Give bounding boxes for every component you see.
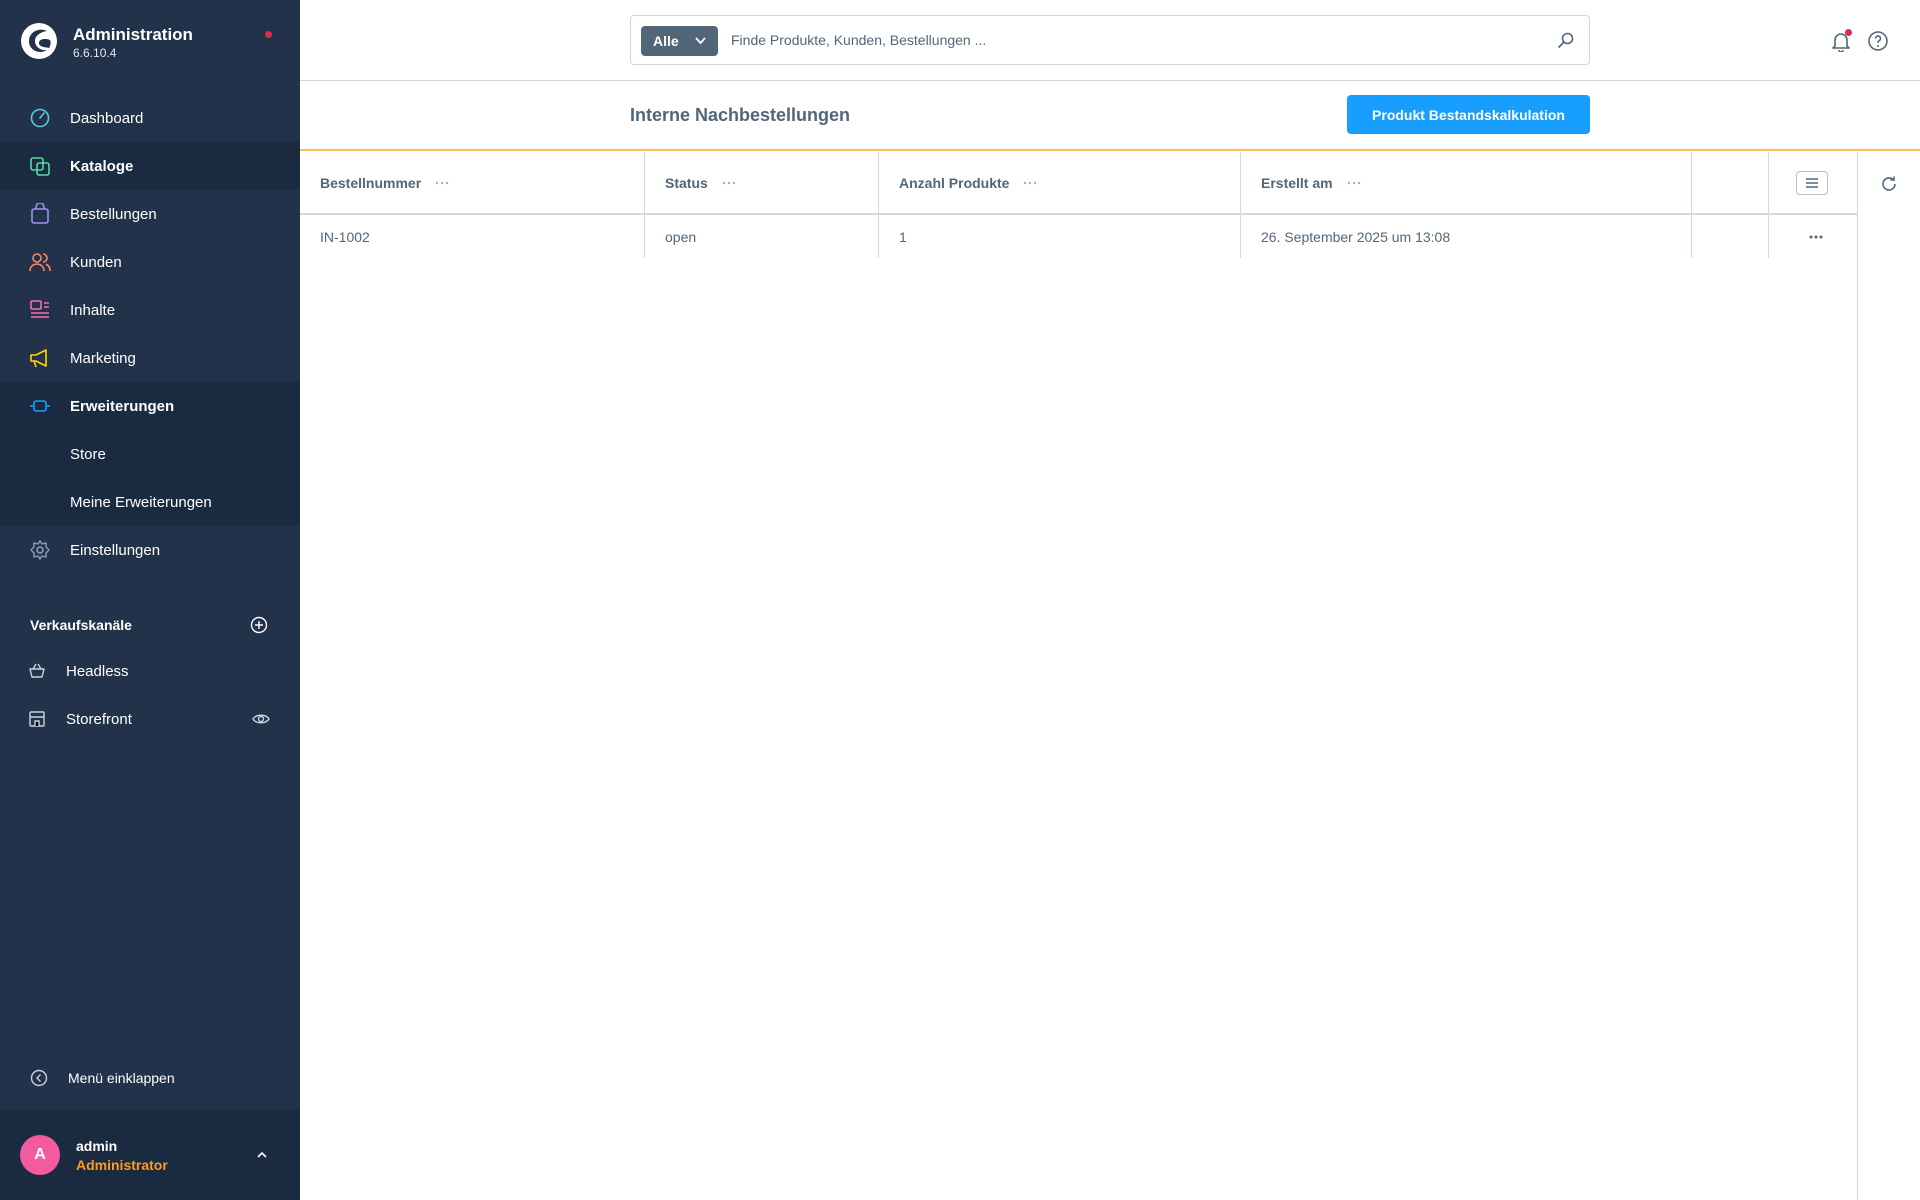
collapse-arrow-icon (30, 1069, 48, 1087)
global-search: Alle (630, 15, 1590, 65)
column-label: Anzahl Produkte (899, 174, 1010, 191)
marketing-icon (30, 349, 47, 368)
search-input[interactable] (731, 16, 1541, 64)
column-label: Erstellt am (1261, 174, 1333, 191)
catalog-icon (30, 157, 50, 176)
nav-item-dashboard[interactable]: Dashboard (0, 94, 300, 142)
cell-product-count: 1 (879, 215, 1241, 258)
nav-item-label: Kunden (70, 253, 122, 271)
nav-item-label: Kataloge (70, 157, 134, 175)
cell-actions (1769, 215, 1857, 258)
user-role: Administrator (76, 1157, 168, 1173)
eye-icon[interactable] (252, 711, 270, 727)
channel-label: Headless (66, 662, 129, 680)
collapse-label: Menü einklappen (68, 1070, 175, 1086)
sidebar-right (1857, 152, 1920, 1200)
app-version: 6.6.10.4 (73, 46, 117, 60)
nav-item-label: Inhalte (70, 301, 116, 319)
column-label: Status (665, 174, 708, 191)
collapse-menu-button[interactable]: Menü einklappen (0, 1058, 300, 1098)
nav-item-label: Einstellungen (70, 541, 161, 559)
settings-icon (30, 540, 50, 560)
page-header: Interne Nachbestellungen Produkt Bestand… (300, 81, 1920, 151)
column-header-spacer (1692, 152, 1769, 213)
column-menu-icon[interactable] (1347, 181, 1361, 185)
nav-item-label: Dashboard (70, 109, 144, 127)
nav-item-extensions[interactable]: Erweiterungen (0, 382, 300, 430)
help-icon[interactable] (1867, 30, 1889, 52)
column-menu-icon[interactable] (722, 181, 736, 185)
channel-item-headless[interactable]: Headless (0, 651, 300, 691)
nav-item-catalogs[interactable]: Kataloge (0, 142, 300, 190)
column-menu-icon[interactable] (1023, 181, 1037, 185)
nav-item-content[interactable]: Inhalte (0, 286, 300, 334)
storefront-icon (29, 711, 45, 727)
cell-spacer (1692, 215, 1769, 258)
nav-item-orders[interactable]: Bestellungen (0, 190, 300, 238)
search-type-select[interactable]: Alle (641, 26, 718, 56)
notification-badge (1845, 29, 1852, 36)
channel-item-storefront[interactable]: Storefront (0, 699, 300, 739)
subnav-item-store[interactable]: Store (0, 430, 300, 478)
grid-header: Bestellnummer Status Anzahl Produkte Ers… (300, 152, 1857, 215)
sales-channels-title: Verkaufskanäle (30, 617, 132, 633)
column-label: Bestellnummer (320, 174, 422, 191)
search-type-label: Alle (653, 33, 679, 49)
nav-item-label: Store (70, 445, 106, 463)
column-header-product-count[interactable]: Anzahl Produkte (879, 152, 1241, 213)
status-dot (265, 31, 272, 38)
user-panel[interactable]: A admin Administrator (0, 1110, 300, 1200)
nav-item-label: Erweiterungen (70, 397, 175, 415)
data-grid: Bestellnummer Status Anzahl Produkte Ers… (300, 152, 1857, 258)
column-header-created-at[interactable]: Erstellt am (1241, 152, 1692, 213)
nav-item-marketing[interactable]: Marketing (0, 334, 300, 382)
column-header-status[interactable]: Status (645, 152, 879, 213)
search-icon[interactable] (1557, 31, 1575, 49)
dashboard-icon (30, 108, 50, 128)
extensions-icon (30, 400, 50, 412)
refresh-icon[interactable] (1880, 175, 1898, 193)
subnav-item-my-extensions[interactable]: Meine Erweiterungen (0, 478, 300, 526)
app-title: Administration (73, 25, 193, 44)
menu-icon (1806, 177, 1818, 188)
column-header-order-number[interactable]: Bestellnummer (300, 152, 645, 213)
add-channel-icon[interactable] (250, 616, 268, 634)
cell-status: open (645, 215, 879, 258)
column-menu-icon[interactable] (435, 181, 449, 185)
nav-item-customers[interactable]: Kunden (0, 238, 300, 286)
avatar: A (20, 1135, 60, 1175)
nav-item-settings[interactable]: Einstellungen (0, 526, 300, 574)
cell-created-at: 26. September 2025 um 13:08 (1241, 215, 1692, 258)
brand-header: Administration 6.6.10.4 (0, 0, 300, 90)
nav-item-label: Marketing (70, 349, 136, 367)
page-title: Interne Nachbestellungen (630, 105, 851, 125)
top-bar: Alle (300, 0, 1920, 81)
main-nav: Dashboard Kataloge Bestellungen Kunden I… (0, 94, 300, 574)
channel-label: Storefront (66, 710, 132, 728)
content-icon (30, 300, 49, 318)
chevron-up-icon[interactable] (255, 1148, 269, 1162)
row-actions-icon[interactable] (1809, 235, 1823, 239)
basket-icon (29, 663, 45, 678)
nav-item-label: Meine Erweiterungen (70, 493, 212, 511)
shopware-logo-icon[interactable] (20, 22, 58, 60)
customers-icon (29, 253, 51, 272)
table-row[interactable]: IN-1002 open 1 26. September 2025 um 13:… (300, 215, 1857, 258)
extensions-subnav: Store Meine Erweiterungen (0, 430, 300, 526)
cell-order-number: IN-1002 (300, 215, 645, 258)
column-settings-cell (1769, 152, 1857, 213)
chevron-down-icon (695, 37, 706, 45)
product-stock-calculation-button[interactable]: Produkt Bestandskalkulation (1347, 95, 1590, 134)
grid-settings-button[interactable] (1796, 170, 1828, 195)
notifications-button[interactable] (1830, 29, 1852, 53)
nav-item-label: Bestellungen (70, 205, 157, 223)
orders-icon (31, 203, 49, 224)
sidebar: Administration 6.6.10.4 Dashboard Katalo… (0, 0, 300, 1200)
user-name: admin (76, 1138, 118, 1154)
